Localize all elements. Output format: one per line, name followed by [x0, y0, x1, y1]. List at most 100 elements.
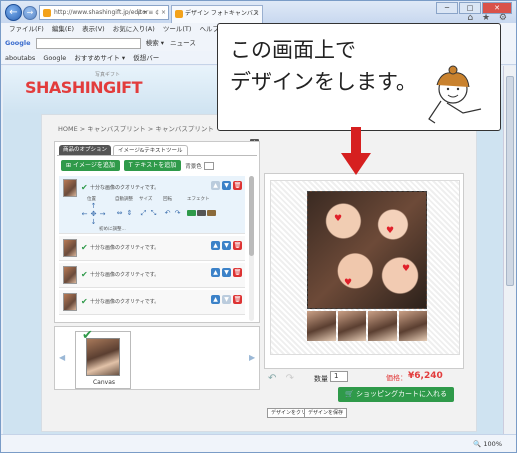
- strip-photo[interactable]: [398, 311, 427, 341]
- delete-icon[interactable]: 🗑: [233, 241, 242, 250]
- menu-tools[interactable]: ツール(T): [163, 25, 192, 33]
- canvas-area[interactable]: ♥ ♥ ♥ ♥: [270, 180, 460, 355]
- logo-subtitle: 写真ギフト: [95, 72, 121, 78]
- zoom-level[interactable]: 100%: [483, 440, 502, 448]
- tab-product-options[interactable]: 商品のオプション: [59, 145, 112, 155]
- move-down-button[interactable]: ▼: [222, 268, 231, 277]
- quality-text: 十分な画像のクオリティです。: [90, 245, 160, 251]
- list-item[interactable]: ✔ 十分な画像のクオリティです。 ▲ ▼ 🗑: [59, 236, 245, 261]
- page-scrollbar[interactable]: [503, 66, 516, 434]
- check-icon: ✔: [81, 243, 88, 252]
- browser-tab[interactable]: デザイン フォトキャンバス ×: [171, 5, 263, 23]
- forward-button[interactable]: →: [23, 6, 37, 20]
- photo-strip[interactable]: [307, 311, 427, 341]
- layer-thumbnail[interactable]: [63, 239, 77, 257]
- add-text-label: テキストを追加: [134, 162, 177, 169]
- effect-color-icon[interactable]: [187, 210, 196, 216]
- move-up-arrow-icon[interactable]: ↑: [89, 202, 98, 210]
- list-item[interactable]: ✔ 十分な画像のクオリティです。 ▲ ▼ 🗑: [59, 263, 245, 288]
- menu-view[interactable]: 表示(V): [82, 25, 105, 33]
- delete-icon[interactable]: 🗑: [233, 268, 242, 277]
- effect-mono-icon[interactable]: [197, 210, 206, 216]
- delete-icon[interactable]: 🗑: [233, 295, 242, 304]
- address-tools[interactable]: ρ ▾ ≡ ¢ ×: [138, 6, 166, 19]
- strip-prev-icon[interactable]: ◀: [59, 353, 65, 362]
- list-item[interactable]: ✔ 十分な画像のクオリティです。 ▲ ▼ 🗑: [59, 290, 245, 315]
- layer-thumbnail[interactable]: [63, 293, 77, 311]
- breadcrumb[interactable]: HOME > キャンバスプリント > キャンバスプリント: [58, 123, 214, 133]
- news-button[interactable]: ニュース: [170, 39, 196, 47]
- effect-sepia-icon[interactable]: [207, 210, 216, 216]
- rotate-left-icon[interactable]: ↶: [163, 209, 172, 217]
- move-left-arrow-icon[interactable]: ←: [80, 210, 89, 218]
- menu-edit[interactable]: 編集(E): [52, 25, 74, 33]
- fit-width-icon[interactable]: ⇔: [115, 209, 124, 217]
- home-favorites-settings-icons[interactable]: ⌂ ★ ⚙: [467, 13, 510, 23]
- move-down-button[interactable]: ▼: [222, 241, 231, 250]
- quantity-field[interactable]: 1: [330, 371, 348, 382]
- site-logo[interactable]: SHASHINGIFT 写真ギフト: [25, 72, 142, 97]
- layer-tools: 位置 自動調整 サイズ 回転 エフェクト ↑ ← ✥ → ↓ ⇔ ⇕ ⤢ ⤡ ↶…: [77, 196, 217, 232]
- strip-photo[interactable]: [368, 311, 397, 341]
- favorite-link[interactable]: おすすめサイト ▾: [74, 54, 125, 62]
- zoom-out-icon[interactable]: ⤡: [149, 209, 158, 217]
- minimize-button[interactable]: ─: [436, 2, 458, 14]
- move-up-button[interactable]: ▲: [211, 295, 220, 304]
- editor-tabs: 商品のオプション イメージ&テキストツール: [59, 145, 188, 155]
- list-item[interactable]: ✔ 十分な画像のクオリティです。 ▲ ▼ 🗑 位置 自動調整 サイズ 回転 エフ…: [59, 176, 245, 234]
- favorite-link[interactable]: aboutabs: [5, 54, 35, 62]
- google-search-button[interactable]: 検索 ▾: [146, 39, 164, 47]
- menu-file[interactable]: ファイル(F): [9, 25, 44, 33]
- move-down-button[interactable]: ▼: [222, 181, 231, 190]
- check-icon: ✔: [81, 297, 88, 306]
- menu-favorites[interactable]: お気に入り(A): [113, 25, 155, 33]
- address-bar[interactable]: http://www.shashingift.jp/editor ρ ▾ ≡ ¢…: [39, 5, 169, 20]
- strip-photo[interactable]: [337, 311, 366, 341]
- strip-next-icon[interactable]: ▶: [249, 353, 255, 362]
- strip-photo[interactable]: [307, 311, 336, 341]
- tab-image-text-tools[interactable]: イメージ&テキストツール: [113, 145, 188, 155]
- effect-label: エフェクト: [187, 197, 210, 202]
- main-photo[interactable]: ♥ ♥ ♥ ♥: [307, 191, 427, 309]
- autofit-label: 自動調整: [115, 197, 133, 202]
- favorite-link[interactable]: Google: [43, 54, 66, 62]
- move-up-button[interactable]: ▲: [211, 268, 220, 277]
- center-icon[interactable]: ✥: [89, 210, 98, 218]
- canvas-thumbnail-strip: ◀ ✔ Canvas ▶: [54, 326, 260, 390]
- layer-thumbnail[interactable]: [63, 266, 77, 284]
- background-color-picker[interactable]: 背景色: [185, 161, 214, 170]
- save-design-button[interactable]: デザインを保存: [304, 408, 348, 418]
- google-search-input[interactable]: [35, 37, 141, 49]
- status-bar: 🔍 100%: [1, 434, 516, 452]
- reset-label[interactable]: 初めに調整...: [99, 226, 126, 232]
- zoom-in-icon[interactable]: ⤢: [139, 209, 148, 217]
- add-text-button[interactable]: T テキストを追加: [123, 160, 182, 171]
- undo-icon[interactable]: ↶: [268, 373, 276, 384]
- add-image-button[interactable]: ⊞ イメージを追加: [61, 160, 120, 171]
- delete-icon[interactable]: 🗑: [233, 181, 242, 190]
- back-button[interactable]: ←: [5, 4, 22, 21]
- tab-close-icon[interactable]: ×: [254, 6, 259, 22]
- rotate-right-icon[interactable]: ↷: [173, 209, 182, 217]
- layer-list-scrollbar[interactable]: [249, 176, 254, 321]
- fit-height-icon[interactable]: ⇕: [125, 209, 134, 217]
- google-label: Google: [5, 39, 31, 47]
- move-down-arrow-icon[interactable]: ↓: [89, 218, 98, 226]
- move-down-button[interactable]: ▼: [222, 295, 231, 304]
- layer-thumbnail[interactable]: [63, 179, 77, 197]
- move-right-arrow-icon[interactable]: →: [98, 210, 107, 218]
- move-up-button[interactable]: ▲: [211, 241, 220, 250]
- favorite-link[interactable]: 仮想バー: [133, 54, 159, 62]
- undo-redo: ↶ ↷: [268, 373, 294, 384]
- address-text: http://www.shashingift.jp/editor: [54, 9, 149, 16]
- layer-controls: ▲ ▼ 🗑: [211, 268, 242, 277]
- move-up-button[interactable]: ▲: [211, 181, 220, 190]
- background-color-swatch[interactable]: [203, 161, 214, 170]
- layer-controls: ▲ ▼ 🗑: [211, 181, 242, 190]
- add-image-label: イメージを追加: [72, 162, 115, 169]
- designer-panel: HOME > キャンバスプリント > キャンバスプリント i 商品のオプション …: [41, 114, 477, 432]
- canvas-thumbnail[interactable]: ✔ Canvas: [75, 328, 131, 389]
- add-to-cart-button[interactable]: 🛒 ショッピングカートに入れる: [338, 387, 454, 402]
- redo-icon[interactable]: ↷: [286, 373, 294, 384]
- editor-body: ⊞ イメージを追加 T テキストを追加 背景色 ✔ 十分な画像のクオリティです。: [57, 155, 257, 322]
